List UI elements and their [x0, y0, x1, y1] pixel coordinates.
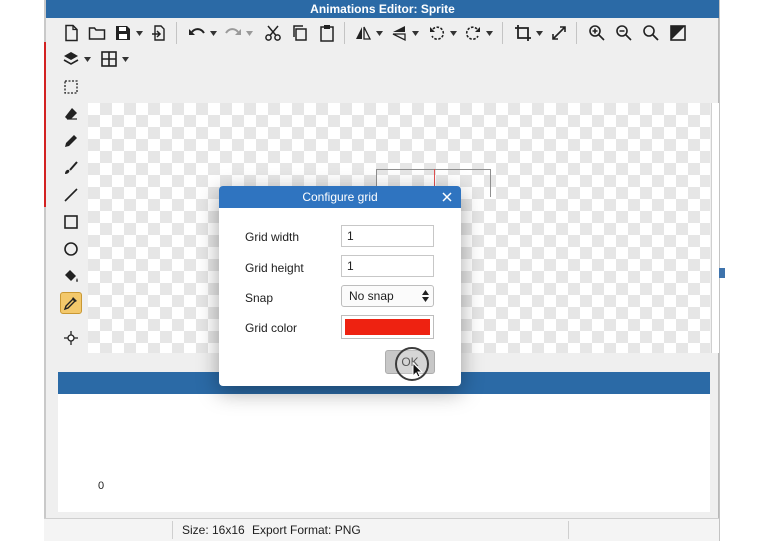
grid-icon[interactable]: [98, 48, 120, 70]
grid-dropdown-icon[interactable]: [121, 48, 129, 70]
undo-icon[interactable]: [186, 22, 208, 44]
snap-value: No snap: [349, 289, 394, 303]
paste-icon[interactable]: [316, 22, 338, 44]
mouse-cursor-icon: [412, 362, 424, 378]
close-icon[interactable]: [439, 189, 455, 205]
redo-icon[interactable]: [222, 22, 244, 44]
grid-width-label: Grid width: [245, 230, 300, 244]
zoom-out-icon[interactable]: [613, 22, 635, 44]
frames-panel: 0: [58, 372, 710, 512]
move-tool-icon[interactable]: [60, 327, 82, 349]
grid-color-picker[interactable]: [341, 315, 434, 339]
toolbar-separator: [576, 22, 577, 44]
dialog-title: Configure grid: [219, 186, 461, 208]
status-divider: [172, 521, 173, 539]
resize-icon[interactable]: [548, 22, 570, 44]
copy-icon[interactable]: [289, 22, 311, 44]
window-title: Animations Editor: Sprite: [46, 0, 719, 18]
ellipse-tool-icon[interactable]: [60, 238, 82, 260]
layers-dropdown-icon[interactable]: [83, 48, 91, 70]
canvas-scrollbar[interactable]: [711, 103, 719, 353]
rotate-cw-dropdown-icon[interactable]: [485, 22, 493, 44]
eraser-tool-icon[interactable]: [60, 103, 82, 125]
undo-dropdown-icon[interactable]: [209, 22, 217, 44]
fill-tool-icon[interactable]: [60, 265, 82, 287]
snap-label: Snap: [245, 291, 274, 305]
grid-height-label: Grid height: [245, 261, 304, 275]
save-dropdown-icon[interactable]: [135, 22, 143, 44]
status-size: Size: 16x16: [182, 523, 245, 537]
rotate-cw-icon[interactable]: [462, 22, 484, 44]
toolbar-separator: [344, 22, 345, 44]
brush-tool-icon[interactable]: [60, 157, 82, 179]
grid-width-field[interactable]: 1: [341, 225, 434, 247]
zoom-in-icon[interactable]: [586, 22, 608, 44]
layers-icon[interactable]: [60, 48, 82, 70]
save-icon[interactable]: [112, 22, 134, 44]
pencil-tool-icon[interactable]: [60, 130, 82, 152]
redo-dropdown-icon[interactable]: [245, 22, 253, 44]
open-folder-icon[interactable]: [86, 22, 108, 44]
zoom-fit-icon[interactable]: [640, 22, 662, 44]
left-background: [0, 0, 44, 541]
status-export-format: Export Format: PNG: [252, 523, 361, 537]
configure-grid-dialog: Configure grid Grid width 1 Grid height …: [219, 186, 461, 386]
status-bar: Size: 16x16 Export Format: PNG: [44, 518, 719, 541]
select-arrows-icon: [422, 290, 429, 302]
new-file-icon[interactable]: [60, 22, 82, 44]
contrast-icon[interactable]: [667, 22, 689, 44]
grid-color-label: Grid color: [245, 321, 298, 335]
rotate-ccw-dropdown-icon[interactable]: [449, 22, 457, 44]
eyedropper-tool-icon[interactable]: [60, 292, 82, 314]
select-tool-icon[interactable]: [60, 76, 82, 98]
rectangle-tool-icon[interactable]: [60, 211, 82, 233]
status-divider: [568, 521, 569, 539]
toolbar-separator: [176, 22, 177, 44]
flip-vertical-dropdown-icon[interactable]: [411, 22, 419, 44]
flip-horizontal-icon[interactable]: [352, 22, 374, 44]
right-side-marker: [719, 268, 725, 278]
flip-horizontal-dropdown-icon[interactable]: [375, 22, 383, 44]
grid-color-swatch: [345, 319, 430, 335]
rotate-ccw-icon[interactable]: [426, 22, 448, 44]
cut-icon[interactable]: [262, 22, 284, 44]
flip-vertical-icon[interactable]: [388, 22, 410, 44]
line-tool-icon[interactable]: [60, 184, 82, 206]
tool-palette: [54, 74, 88, 364]
right-background: [719, 0, 763, 541]
grid-height-field[interactable]: 1: [341, 255, 434, 277]
toolbar-separator: [502, 22, 503, 44]
crop-dropdown-icon[interactable]: [535, 22, 543, 44]
main-toolbar: [46, 20, 719, 46]
secondary-toolbar: [46, 47, 186, 73]
snap-select[interactable]: No snap: [341, 285, 434, 307]
frame-index-label: 0: [98, 480, 105, 492]
import-icon[interactable]: [148, 22, 170, 44]
crop-icon[interactable]: [512, 22, 534, 44]
